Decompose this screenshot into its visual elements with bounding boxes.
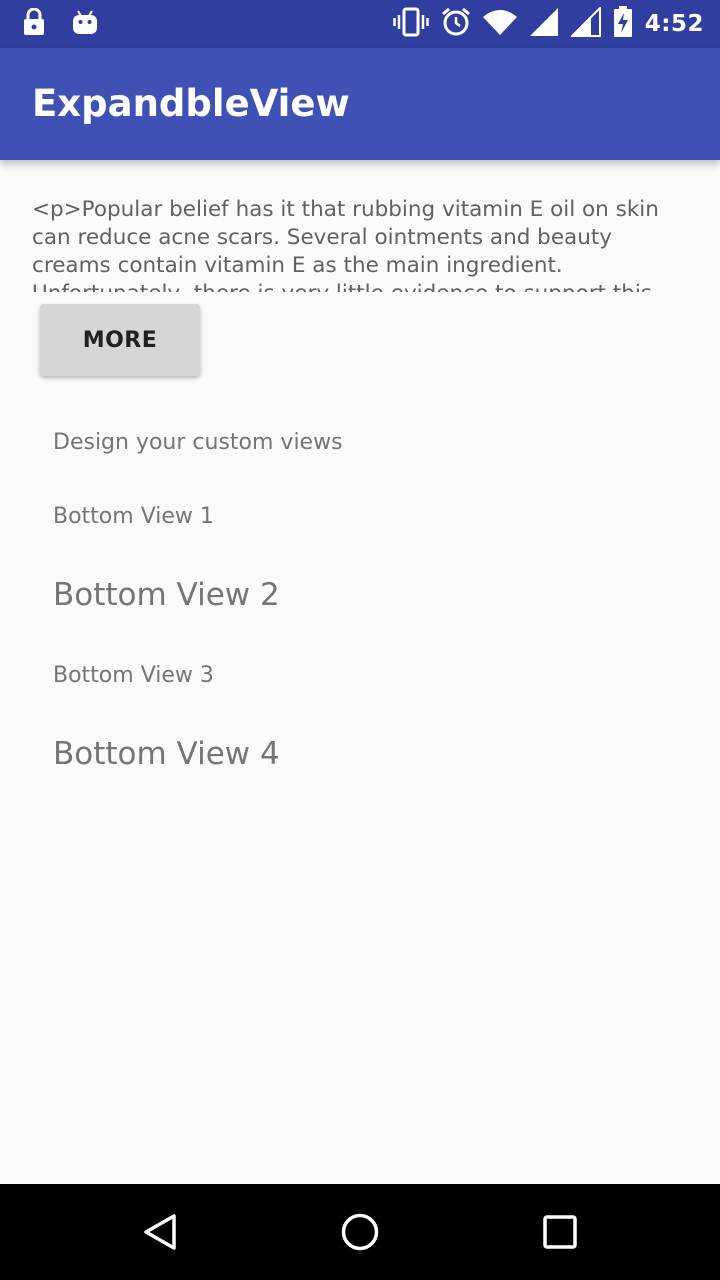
android-icon [72, 9, 98, 39]
home-icon[interactable] [338, 1210, 382, 1254]
app-bar: ExpandbleView [0, 48, 720, 160]
signal-icon [569, 5, 601, 41]
bottom-view-4: Bottom View 4 [53, 736, 280, 772]
status-bar: 4:52 [0, 0, 720, 48]
bottom-view-2: Bottom View 2 [53, 577, 280, 613]
custom-views-title: Design your custom views [53, 430, 343, 455]
vibrate-icon [393, 7, 429, 41]
recents-icon[interactable] [538, 1210, 582, 1254]
more-button[interactable]: MORE [40, 304, 200, 376]
status-time: 4:52 [644, 11, 704, 37]
back-icon[interactable] [138, 1210, 182, 1254]
bottom-view-3: Bottom View 3 [53, 663, 214, 688]
navigation-bar [0, 1184, 720, 1280]
wifi-icon [482, 8, 517, 40]
battery-charging-icon [613, 6, 633, 42]
app-title: ExpandbleView [32, 82, 350, 125]
alarm-icon [441, 7, 471, 41]
bottom-view-1: Bottom View 1 [53, 504, 214, 529]
expandable-text: <p>Popular belief has it that rubbing vi… [32, 197, 659, 292]
lock-icon [22, 7, 46, 40]
signal-icon [529, 7, 559, 41]
